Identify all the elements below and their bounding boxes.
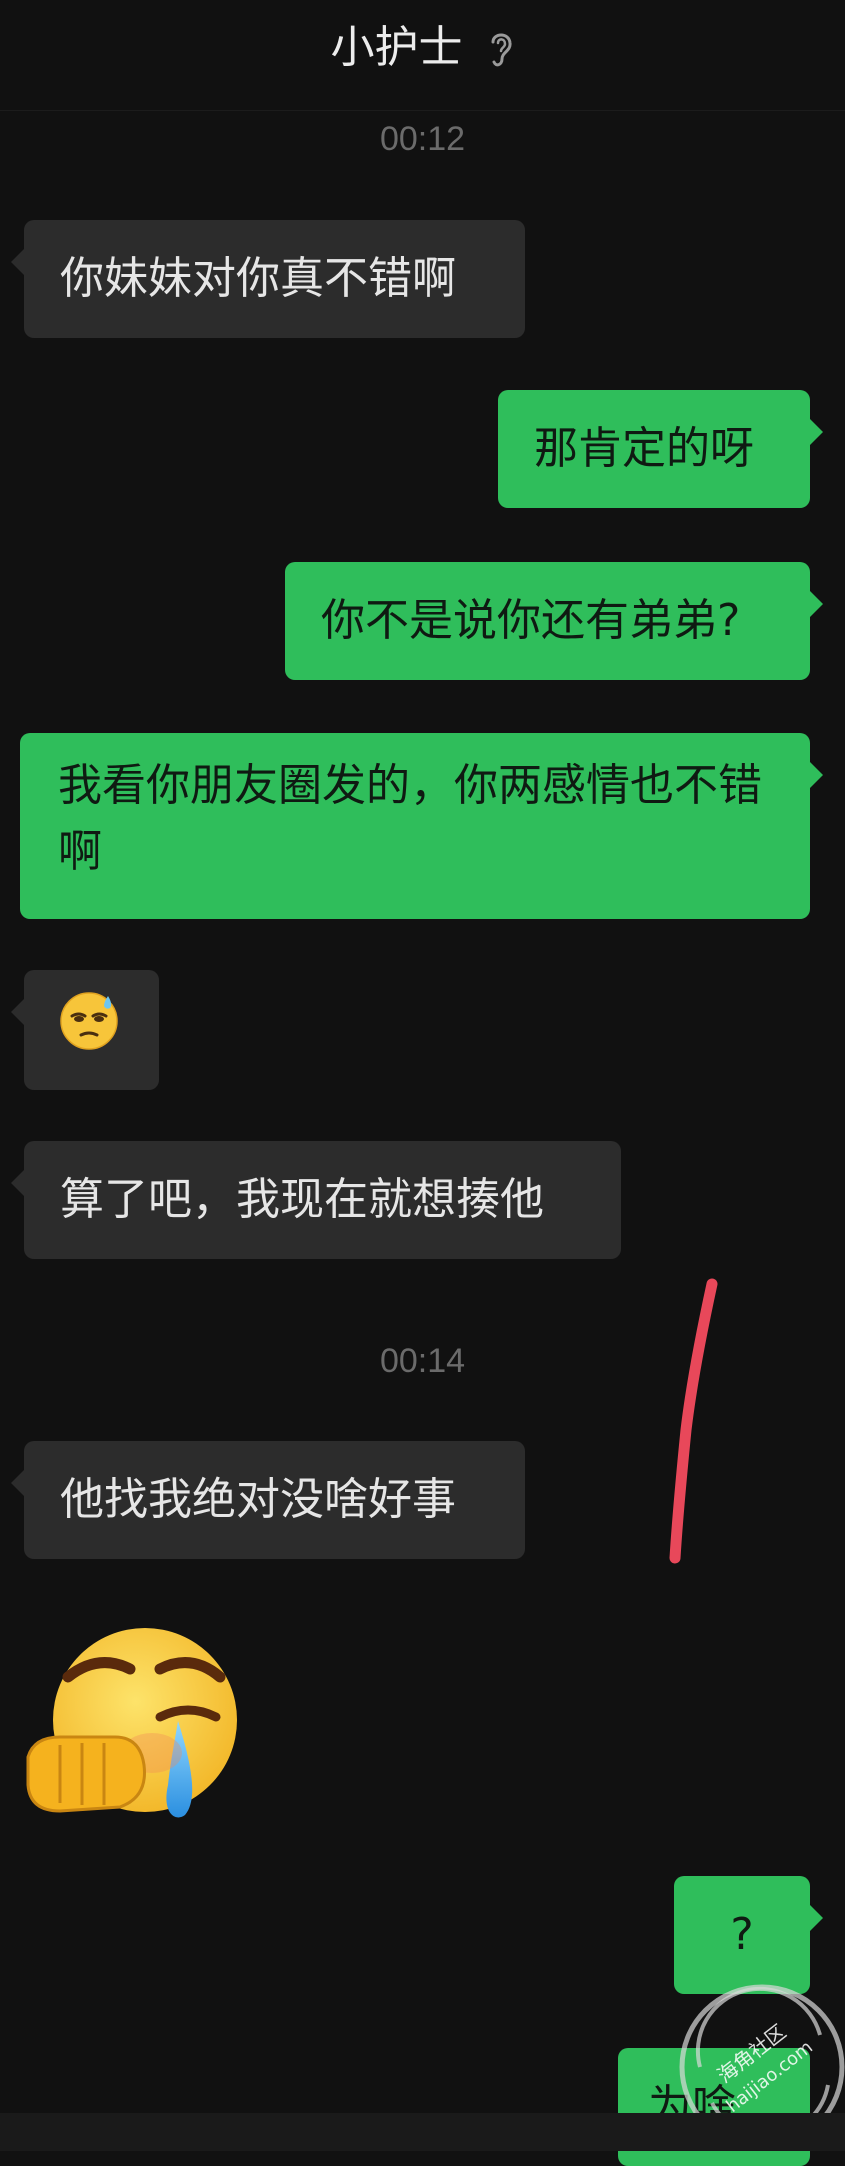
timestamp: 00:12 [379, 120, 466, 158]
input-bar [0, 2113, 845, 2151]
message-text: 你不是说你还有弟弟? [321, 595, 741, 646]
message-text: 那肯定的呀 [534, 423, 754, 474]
message-text: 他找我绝对没啥好事 [60, 1474, 456, 1525]
message-bubble-received[interactable]: 他找我绝对没啥好事 [11, 1441, 525, 1559]
message-text: 我看你朋友圈发的，你两感情也不错啊 [58, 760, 762, 877]
sweat-smile-emoji [58, 990, 120, 1071]
message-bubble-sent[interactable]: 你不是说你还有弟弟? [285, 562, 823, 680]
chat-title: 小护士 [330, 22, 463, 73]
timestamp: 00:14 [379, 1342, 466, 1380]
message-text: ? [730, 1909, 754, 1960]
red-annotation-stroke [669, 1278, 718, 1564]
ear-icon [487, 28, 515, 72]
message-bubble-received[interactable]: 你妹妹对你真不错啊 [11, 220, 525, 338]
chat-header: 小护士 [0, 0, 845, 111]
message-bubble-sent[interactable]: 我看你朋友圈发的，你两感情也不错啊 [20, 733, 823, 919]
crying-fist-sticker[interactable] [20, 1625, 255, 1830]
message-text: 算了吧，我现在就想揍他 [60, 1174, 544, 1225]
chat-title-area[interactable]: 小护士 [0, 22, 845, 74]
message-bubble-sent[interactable]: 那肯定的呀 [498, 390, 823, 508]
message-bubble-received[interactable] [11, 970, 159, 1090]
message-bubble-received[interactable]: 算了吧，我现在就想揍他 [11, 1141, 621, 1259]
message-text: 你妹妹对你真不错啊 [60, 253, 456, 304]
